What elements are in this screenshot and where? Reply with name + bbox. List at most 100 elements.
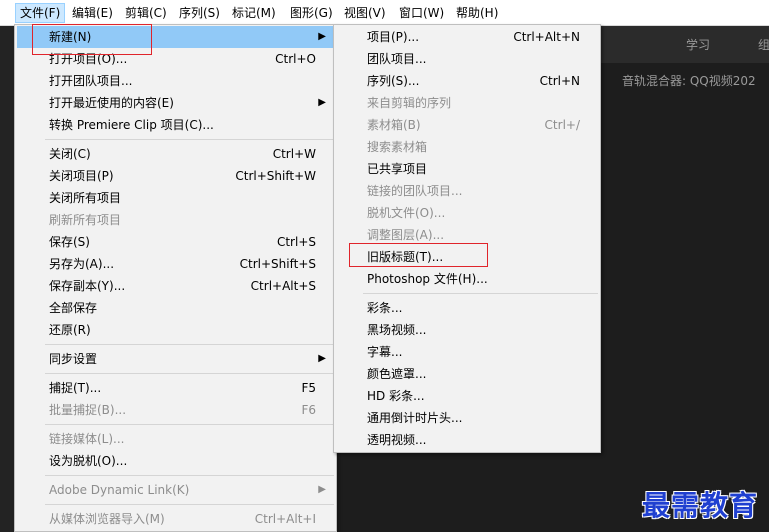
file-open-recent-item[interactable]: 打开最近使用的内容(E) ▶ xyxy=(17,92,334,114)
menu-item-label: 关闭项目(P) xyxy=(49,169,114,183)
menu-item-shortcut: Ctrl+Shift+S xyxy=(239,257,316,271)
file-sync-settings-item[interactable]: 同步设置 ▶ xyxy=(17,348,334,370)
menu-item-label: 转换 Premiere Clip 项目(C)... xyxy=(49,118,214,132)
new-bars-and-tone-item[interactable]: 彩条... xyxy=(336,297,598,319)
menu-edit[interactable]: 编辑(E) xyxy=(68,3,117,23)
new-black-video-item[interactable]: 黑场视频... xyxy=(336,319,598,341)
submenu-arrow-icon: ▶ xyxy=(318,353,326,364)
menu-item-label: 另存为(A)... xyxy=(49,257,115,271)
file-make-offline-item[interactable]: 设为脱机(O)... xyxy=(17,450,334,472)
menu-item-shortcut: Ctrl+Alt+N xyxy=(513,30,580,44)
new-project-item[interactable]: 项目(P)... Ctrl+Alt+N xyxy=(336,26,598,48)
new-legacy-title-item[interactable]: 旧版标题(T)... xyxy=(336,246,598,268)
menu-item-label: 打开最近使用的内容(E) xyxy=(49,96,174,110)
menu-view[interactable]: 视图(V) xyxy=(340,3,390,23)
file-convert-premiere-clip-item[interactable]: 转换 Premiere Clip 项目(C)... xyxy=(17,114,334,136)
menu-item-label: 调整图层(A)... xyxy=(367,228,445,242)
new-search-bin-item[interactable]: 搜索素材箱 xyxy=(336,136,598,158)
workspace-tab-learn[interactable]: 学习 xyxy=(686,36,710,53)
new-sequence-from-clip-item[interactable]: 来自剪辑的序列 xyxy=(336,92,598,114)
audio-mixer-panel-title[interactable]: 音轨混合器: QQ视频202 xyxy=(622,72,756,89)
file-save-item[interactable]: 保存(S) Ctrl+S xyxy=(17,231,334,253)
file-close-project-item[interactable]: 关闭项目(P) Ctrl+Shift+W xyxy=(17,165,334,187)
new-linked-team-project-item[interactable]: 链接的团队项目... xyxy=(336,180,598,202)
new-universal-countdown-item[interactable]: 通用倒计时片头... xyxy=(336,407,598,429)
menu-item-label: 新建(N) xyxy=(49,30,92,44)
file-open-team-project-item[interactable]: 打开团队项目... xyxy=(17,70,334,92)
file-open-project-item[interactable]: 打开项目(O)... Ctrl+O xyxy=(17,48,334,70)
menu-item-shortcut: Ctrl+O xyxy=(275,52,316,66)
new-hd-bars-item[interactable]: HD 彩条... xyxy=(336,385,598,407)
file-save-as-item[interactable]: 另存为(A)... Ctrl+Shift+S xyxy=(17,253,334,275)
new-offline-file-item[interactable]: 脱机文件(O)... xyxy=(336,202,598,224)
menu-item-label: 关闭所有项目 xyxy=(49,191,122,205)
menu-item-label: 颜色遮罩... xyxy=(367,367,427,381)
menu-separator xyxy=(45,139,334,140)
menu-item-shortcut: Ctrl+W xyxy=(272,147,316,161)
menu-clip[interactable]: 剪辑(C) xyxy=(121,3,171,23)
menu-item-label: 刷新所有项目 xyxy=(49,213,122,227)
menu-item-label: 从媒体浏览器导入(M) xyxy=(49,512,165,526)
workspace-header xyxy=(600,26,769,63)
file-close-item[interactable]: 关闭(C) Ctrl+W xyxy=(17,143,334,165)
file-batch-capture-item[interactable]: 批量捕捉(B)... F6 xyxy=(17,399,334,421)
app-workspace-lower xyxy=(337,452,600,532)
menu-item-label: Photoshop 文件(H)... xyxy=(367,272,488,286)
watermark-logo: 最需教育 xyxy=(642,489,759,522)
menu-item-label: 序列(S)... xyxy=(367,74,420,88)
menu-item-label: 字幕... xyxy=(367,345,403,359)
new-transparent-video-item[interactable]: 透明视频... xyxy=(336,429,598,451)
file-new-item[interactable]: 新建(N) ▶ xyxy=(17,26,334,48)
new-team-project-item[interactable]: 团队项目... xyxy=(336,48,598,70)
menu-markers[interactable]: 标记(M) xyxy=(228,3,280,23)
submenu-arrow-icon: ▶ xyxy=(318,31,326,42)
menu-item-shortcut: F5 xyxy=(301,381,316,395)
file-import-from-media-browser-item[interactable]: 从媒体浏览器导入(M) Ctrl+Alt+I xyxy=(17,508,334,530)
menu-item-shortcut: Ctrl+Alt+I xyxy=(254,512,316,526)
menu-item-label: 素材箱(B) xyxy=(367,118,421,132)
menu-item-shortcut: Ctrl+/ xyxy=(544,118,580,132)
menu-item-shortcut: Ctrl+N xyxy=(539,74,580,88)
menu-window[interactable]: 窗口(W) xyxy=(395,3,448,23)
file-dynamic-link-item[interactable]: Adobe Dynamic Link(K) ▶ xyxy=(17,479,334,501)
menu-bar: 文件(F) 编辑(E) 剪辑(C) 序列(S) 标记(M) 图形(G) 视图(V… xyxy=(0,0,769,26)
menu-item-shortcut: Ctrl+Alt+S xyxy=(250,279,316,293)
file-close-all-projects-item[interactable]: 关闭所有项目 xyxy=(17,187,334,209)
menu-item-label: Adobe Dynamic Link(K) xyxy=(49,483,190,497)
menu-item-label: 保存(S) xyxy=(49,235,90,249)
file-save-all-item[interactable]: 全部保存 xyxy=(17,297,334,319)
file-save-copy-item[interactable]: 保存副本(Y)... Ctrl+Alt+S xyxy=(17,275,334,297)
workspace-tab-assembly[interactable]: 组 xyxy=(758,36,769,53)
menu-item-label: 批量捕捉(B)... xyxy=(49,403,127,417)
menu-sequence[interactable]: 序列(S) xyxy=(175,3,224,23)
new-color-matte-item[interactable]: 颜色遮罩... xyxy=(336,363,598,385)
menu-item-label: 同步设置 xyxy=(49,352,98,366)
file-refresh-all-projects-item[interactable]: 刷新所有项目 xyxy=(17,209,334,231)
menu-item-label: 捕捉(T)... xyxy=(49,381,102,395)
menu-item-label: 来自剪辑的序列 xyxy=(367,96,452,110)
menu-item-label: 透明视频... xyxy=(367,433,427,447)
menu-item-label: 彩条... xyxy=(367,301,403,315)
submenu-arrow-icon: ▶ xyxy=(318,484,326,495)
new-submenu: 项目(P)... Ctrl+Alt+N 团队项目... 序列(S)... Ctr… xyxy=(333,24,601,453)
new-bin-item[interactable]: 素材箱(B) Ctrl+/ xyxy=(336,114,598,136)
menu-item-label: 黑场视频... xyxy=(367,323,427,337)
menu-graphics[interactable]: 图形(G) xyxy=(286,3,337,23)
new-shared-project-item[interactable]: 已共享项目 xyxy=(336,158,598,180)
menu-item-shortcut: Ctrl+S xyxy=(276,235,316,249)
menu-item-label: HD 彩条... xyxy=(367,389,425,403)
file-link-media-item[interactable]: 链接媒体(L)... xyxy=(17,428,334,450)
new-adjustment-layer-item[interactable]: 调整图层(A)... xyxy=(336,224,598,246)
new-sequence-item[interactable]: 序列(S)... Ctrl+N xyxy=(336,70,598,92)
menu-separator xyxy=(45,373,334,374)
new-photoshop-file-item[interactable]: Photoshop 文件(H)... xyxy=(336,268,598,290)
new-captions-item[interactable]: 字幕... xyxy=(336,341,598,363)
menu-help[interactable]: 帮助(H) xyxy=(452,3,502,23)
file-capture-item[interactable]: 捕捉(T)... F5 xyxy=(17,377,334,399)
menu-file[interactable]: 文件(F) xyxy=(15,3,66,23)
menu-item-label: 旧版标题(T)... xyxy=(367,250,444,264)
menu-item-label: 还原(R) xyxy=(49,323,91,337)
menu-item-label: 打开团队项目... xyxy=(49,74,133,88)
menu-separator xyxy=(45,424,334,425)
file-revert-item[interactable]: 还原(R) xyxy=(17,319,334,341)
